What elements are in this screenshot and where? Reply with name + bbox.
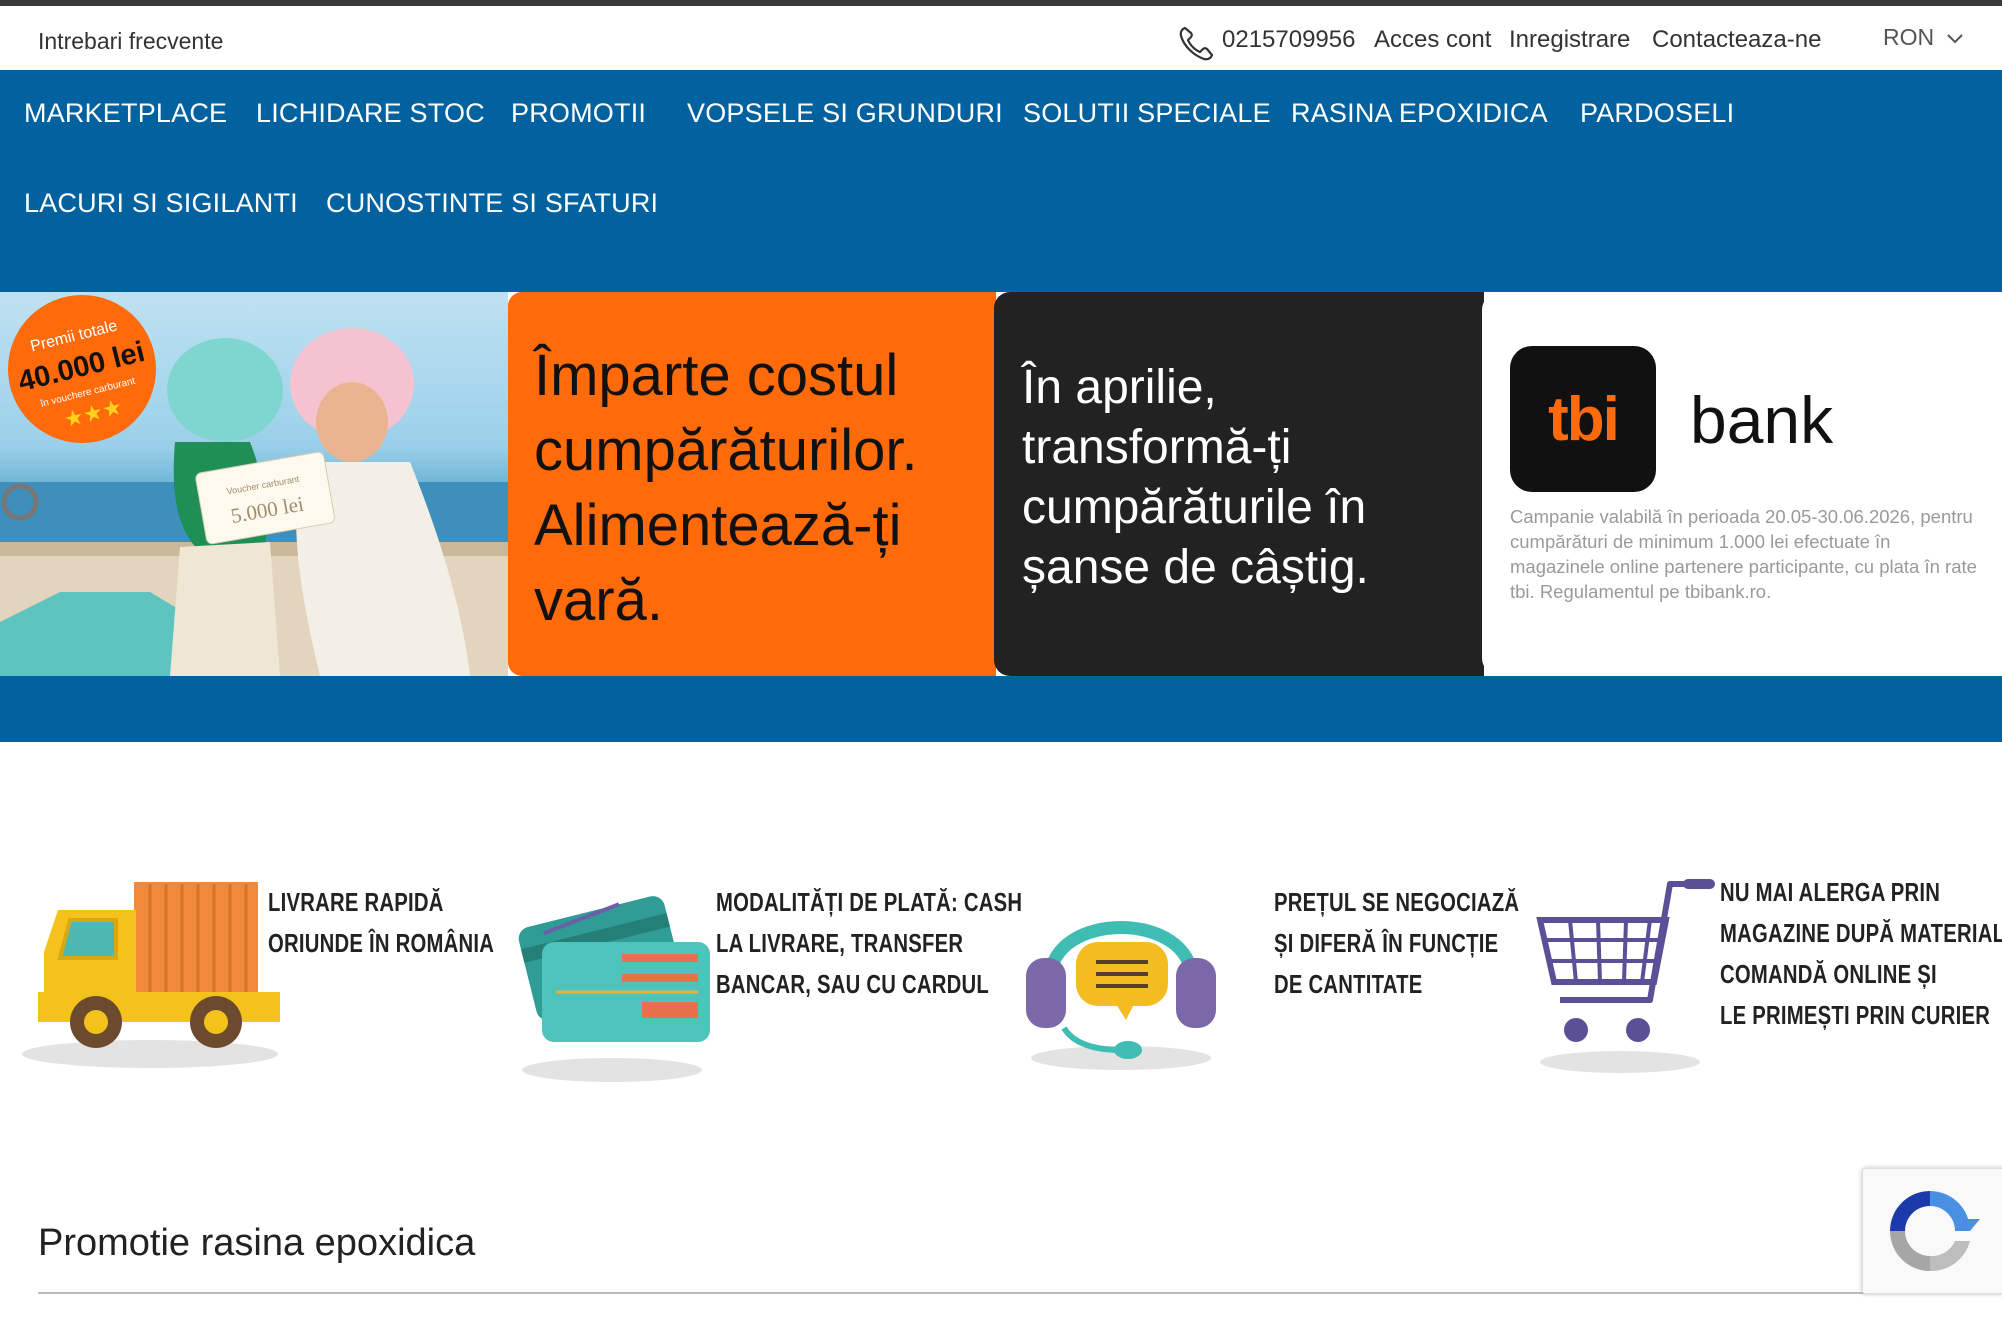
feature-online-order-line-2: MAGAZINE DUPĂ MATERIALE.: [1720, 918, 2002, 948]
prize-badge: Premii totale 40.000 lei în vouchere car…: [8, 295, 156, 443]
feature-negotiation-text: PREȚUL SE NEGOCIAZĂ ȘI DIFERĂ ÎN FUNCȚIE…: [1274, 882, 1519, 1005]
currency-selector[interactable]: RON: [1883, 24, 1965, 51]
bank-word: bank: [1690, 383, 1834, 457]
section-divider: [38, 1292, 1970, 1294]
nav-pardoseli[interactable]: PARDOSELI: [1580, 98, 1734, 129]
feature-negotiation-line-1: PREȚUL SE NEGOCIAZĂ: [1274, 887, 1520, 917]
feature-payment: MODALITĂȚI DE PLATĂ: CASH LA LIVRARE, TR…: [512, 880, 1022, 1090]
nav-promotii[interactable]: PROMOTII: [511, 98, 646, 129]
phone-icon: [1179, 26, 1214, 61]
dark-line-4: șanse de câștig.: [1022, 541, 1369, 594]
nav-cunostinte-si-sfaturi[interactable]: CUNOSTINTE SI SFATURI: [326, 188, 658, 219]
feature-negotiation: PREȚUL SE NEGOCIAZĂ ȘI DIFERĂ ÎN FUNCȚIE…: [1016, 880, 1519, 1090]
promo-banner[interactable]: Voucher carburant 5.000 lei Premii total…: [0, 292, 2002, 676]
banner-orange-panel: Împarte costul cumpărăturilor. Alimentea…: [508, 292, 996, 676]
feature-delivery-line-1: LIVRARE RAPIDĂ: [268, 887, 444, 917]
section-title: Promotie rasina epoxidica: [38, 1222, 476, 1264]
nav-rasina-epoxidica[interactable]: RASINA EPOXIDICA: [1291, 98, 1548, 129]
shopping-cart-icon: [1536, 879, 1715, 1073]
contact-link[interactable]: Contacteaza-ne: [1652, 26, 1821, 54]
banner-bottom-bar: [0, 676, 2002, 742]
register-link[interactable]: Inregistrare: [1509, 26, 1630, 54]
faq-link[interactable]: Intrebari frecvente: [38, 28, 223, 55]
dark-line-2: transformă-ți: [1022, 421, 1292, 474]
tbi-logo: tbi: [1510, 346, 1656, 492]
recaptcha-icon: [1890, 1191, 1980, 1272]
feature-negotiation-line-3: DE CANTITATE: [1274, 969, 1423, 999]
nav-vopsele-si-grunduri[interactable]: VOPSELE SI GRUNDURI: [687, 98, 1003, 129]
feature-payment-line-3: BANCAR, SAU CU CARDUL: [716, 969, 990, 999]
feature-online-order-line-4: LE PRIMEȘTI PRIN CURIER: [1720, 1000, 1991, 1030]
login-link[interactable]: Acces cont: [1374, 26, 1491, 54]
campaign-disclaimer: Campanie valabilă în perioada 20.05-30.0…: [1510, 506, 1977, 602]
nav-solutii-speciale[interactable]: SOLUTII SPECIALE: [1023, 98, 1271, 129]
dark-line-3: cumpărăturile în: [1022, 481, 1367, 534]
banner-photo: Voucher carburant 5.000 lei Premii total…: [0, 292, 508, 676]
delivery-truck-icon: [22, 882, 280, 1068]
feature-delivery-text: LIVRARE RAPIDĂ ORIUNDE ÎN ROMÂNIA: [268, 882, 494, 964]
feature-online-order: NU MAI ALERGA PRIN MAGAZINE DUPĂ MATERIA…: [1520, 870, 2002, 1090]
nav-marketplace[interactable]: MARKETPLACE: [24, 98, 227, 129]
feature-negotiation-line-2: ȘI DIFERĂ ÎN FUNCȚIE: [1274, 928, 1499, 958]
payment-card-icon: [518, 896, 710, 1082]
feature-delivery-line-2: ORIUNDE ÎN ROMÂNIA: [268, 928, 495, 958]
banner-orange-text: Împarte costul cumpărăturilor. Alimentea…: [534, 338, 918, 638]
banner-dark-text: În aprilie, transformă-ți cumpărăturile …: [1022, 358, 1369, 598]
chevron-down-icon: [1946, 34, 1963, 44]
top-bar: Intrebari frecvente 0215709956 Acces con…: [0, 6, 2002, 70]
currency-label: RON: [1883, 24, 1935, 50]
feature-payment-line-1: MODALITĂȚI DE PLATĂ: CASH: [716, 887, 1023, 917]
feature-online-order-text: NU MAI ALERGA PRIN MAGAZINE DUPĂ MATERIA…: [1720, 872, 2002, 1036]
tbi-logo-text: tbi: [1548, 385, 1620, 454]
banner-tbi-panel: tbi bank Campanie valabilă în perioada 2…: [1482, 292, 2002, 676]
dark-line-1: În aprilie,: [1022, 361, 1217, 414]
orange-line-2: cumpărăturilor.: [534, 418, 918, 483]
nav-lichidare-stoc[interactable]: LICHIDARE STOC: [256, 98, 485, 129]
banner-dark-panel: În aprilie, transformă-ți cumpărăturile …: [994, 292, 1484, 676]
feature-payment-text: MODALITĂȚI DE PLATĂ: CASH LA LIVRARE, TR…: [716, 882, 1022, 1005]
feature-online-order-line-1: NU MAI ALERGA PRIN: [1720, 877, 1941, 907]
main-nav: MARKETPLACE LICHIDARE STOC PROMOTII VOPS…: [0, 70, 2002, 292]
feature-delivery: LIVRARE RAPIDĂ ORIUNDE ÎN ROMÂNIA: [18, 870, 498, 1080]
support-headset-icon: [1026, 921, 1216, 1070]
orange-line-4: vară.: [534, 568, 663, 633]
orange-line-1: Împarte costul: [534, 343, 899, 408]
nav-lacuri-si-sigilanti[interactable]: LACURI SI SIGILANTI: [24, 188, 298, 219]
recaptcha-badge[interactable]: [1862, 1168, 2002, 1294]
orange-line-3: Alimentează-ți: [534, 493, 902, 558]
feature-online-order-line-3: COMANDĂ ONLINE ȘI: [1720, 959, 1937, 989]
phone-number[interactable]: 0215709956: [1222, 26, 1355, 54]
scooter-riders-illustration: Voucher carburant 5.000 lei Premii total…: [0, 295, 508, 676]
feature-payment-line-2: LA LIVRARE, TRANSFER: [716, 928, 964, 958]
